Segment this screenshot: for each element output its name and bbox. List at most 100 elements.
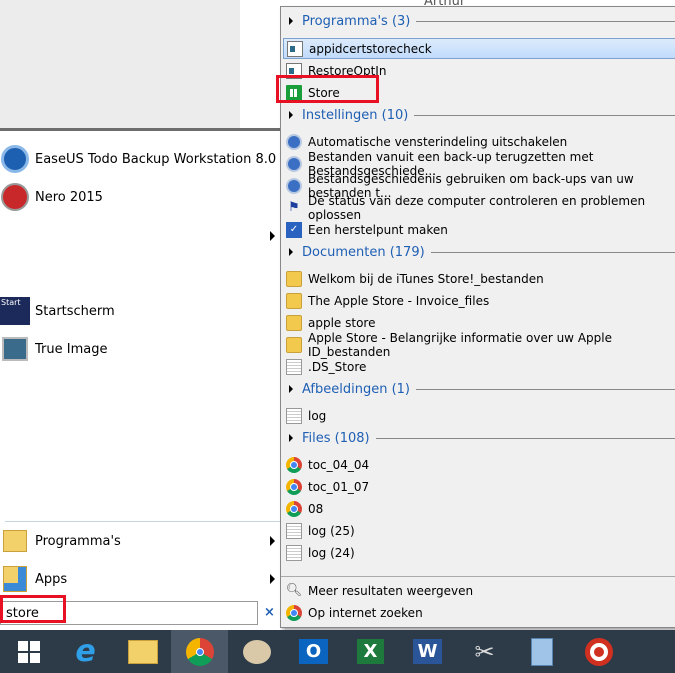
pinned-nero[interactable]: Nero 2015 — [0, 179, 280, 215]
apps-item[interactable]: Apps — [0, 561, 280, 597]
result-label: Welkom bij de iTunes Store!_bestanden — [308, 271, 544, 286]
windows-icon — [17, 640, 40, 663]
divider — [416, 20, 675, 22]
result-item[interactable]: toc_04_04 — [283, 454, 675, 475]
apps-folder-icon — [0, 564, 30, 594]
restore-point-icon: ✓ — [286, 221, 302, 238]
result-label: apple store — [308, 315, 376, 330]
group-header[interactable]: Afbeeldingen (1) — [289, 378, 675, 400]
group-header[interactable]: Programma's (3) — [289, 10, 675, 32]
web-search-label: Op internet zoeken — [308, 605, 423, 620]
programs-arrow-icon[interactable] — [270, 536, 275, 546]
result-item[interactable]: toc_01_07 — [283, 476, 675, 497]
result-label: .DS_Store — [308, 359, 367, 374]
expand-triangle-icon — [289, 434, 293, 442]
pinned-startscherm[interactable]: Start Startscherm — [0, 293, 280, 329]
pinned-label: EaseUS Todo Backup Workstation 8.0 — [35, 151, 277, 167]
group-title: Afbeeldingen (1) — [302, 381, 411, 397]
word-button[interactable]: W — [399, 630, 456, 673]
divider — [416, 388, 675, 390]
result-item[interactable]: The Apple Store - Invoice_files — [283, 290, 675, 311]
internet-explorer-button[interactable]: e — [57, 630, 114, 673]
pinned-trueimage[interactable]: True Image — [0, 331, 280, 367]
result-label: log (24) — [308, 545, 355, 560]
windows-start-button[interactable] — [0, 630, 57, 673]
word-icon: W — [412, 639, 443, 664]
result-label: Apple Store - Belangrijke informatie ove… — [308, 330, 612, 359]
result-label: toc_04_04 — [308, 457, 370, 472]
result-item[interactable]: 08 — [283, 498, 675, 519]
easeus-icon — [0, 144, 30, 174]
result-item[interactable]: Apple Store - Belangrijke informatie ove… — [283, 331, 675, 359]
result-label: toc_01_07 — [308, 479, 370, 494]
chrome-icon — [286, 500, 302, 517]
nero-icon — [0, 182, 30, 212]
result-label: The Apple Store - Invoice_files — [308, 293, 490, 308]
file-explorer-button[interactable] — [114, 630, 171, 673]
paint-button[interactable] — [228, 630, 285, 673]
folder-icon — [286, 314, 302, 331]
all-programs-item[interactable]: Programma's — [0, 523, 280, 559]
group-header[interactable]: Files (108) — [289, 427, 675, 449]
result-label: log (25) — [308, 523, 355, 538]
pinned-easeus[interactable]: EaseUS Todo Backup Workstation 8.0 — [0, 141, 280, 177]
result-item[interactable]: appidcertstorecheck — [283, 38, 675, 59]
highlight-box — [276, 75, 379, 103]
file-icon — [286, 544, 302, 561]
expand-triangle-icon — [289, 385, 293, 393]
group-header[interactable]: Documenten (179) — [289, 241, 675, 263]
result-item[interactable]: .DS_Store — [283, 356, 675, 377]
divider — [414, 114, 675, 116]
result-label: Automatische vensterindeling uitschakele… — [308, 134, 568, 149]
apps-arrow-icon[interactable] — [270, 574, 275, 584]
web-search-link[interactable]: Op internet zoeken — [283, 602, 675, 623]
recorder-button[interactable] — [570, 630, 627, 673]
chrome-button[interactable] — [171, 630, 228, 673]
divider — [375, 437, 675, 439]
startscreen-icon: Start — [0, 296, 30, 326]
group-title: Documenten (179) — [302, 244, 425, 260]
result-item[interactable]: log (24) — [283, 542, 675, 563]
settings-icon — [286, 155, 302, 172]
result-label: 08 — [308, 501, 324, 516]
flag-icon: ⚑ — [288, 200, 300, 215]
file-icon — [286, 522, 302, 539]
programs-label: Programma's — [35, 533, 121, 549]
snipping-tool-button[interactable]: ✂ — [456, 630, 513, 673]
result-item[interactable]: Welkom bij de iTunes Store!_bestanden — [283, 268, 675, 289]
expand-triangle-icon — [289, 17, 293, 25]
divider — [430, 251, 675, 253]
group-header[interactable]: Instellingen (10) — [289, 104, 675, 126]
result-label: Een herstelpunt maken — [308, 222, 448, 237]
result-item[interactable]: log — [283, 405, 675, 426]
group-title: Programma's (3) — [302, 13, 411, 29]
calculator-button[interactable] — [513, 630, 570, 673]
folder-icon — [286, 270, 302, 287]
pinned-label: True Image — [35, 341, 108, 357]
more-results-link[interactable]: 🔍︎ Meer resultaten weergeven — [283, 580, 675, 601]
group-title: Files (108) — [302, 430, 370, 446]
record-icon — [584, 637, 613, 666]
result-label: appidcertstorecheck — [309, 41, 432, 56]
outlook-button[interactable]: O — [285, 630, 342, 673]
start-menu-left: EaseUS Todo Backup Workstation 8.0 Nero … — [0, 128, 285, 630]
result-item[interactable]: log (25) — [283, 520, 675, 541]
excel-button[interactable]: X — [342, 630, 399, 673]
more-results-label: Meer resultaten weergeven — [308, 583, 474, 598]
search-icon: 🔍︎ — [285, 583, 303, 598]
folder-icon — [286, 292, 302, 309]
result-label: De status van deze computer controleren … — [308, 193, 646, 222]
expand-triangle-icon — [289, 111, 293, 119]
folder-icon — [286, 336, 302, 353]
chrome-icon — [286, 604, 302, 621]
excel-icon: X — [356, 639, 385, 664]
result-item[interactable]: ⚑ De status van deze computer controleren… — [283, 194, 675, 222]
file-icon — [286, 407, 302, 424]
result-item[interactable]: ✓ Een herstelpunt maken — [283, 219, 675, 240]
chrome-icon — [185, 637, 214, 666]
folder-icon — [127, 639, 158, 664]
submenu-arrow-icon[interactable] — [270, 231, 275, 241]
clear-search-icon[interactable]: × — [264, 605, 275, 620]
expand-triangle-icon — [289, 248, 293, 256]
calculator-icon — [530, 637, 553, 666]
